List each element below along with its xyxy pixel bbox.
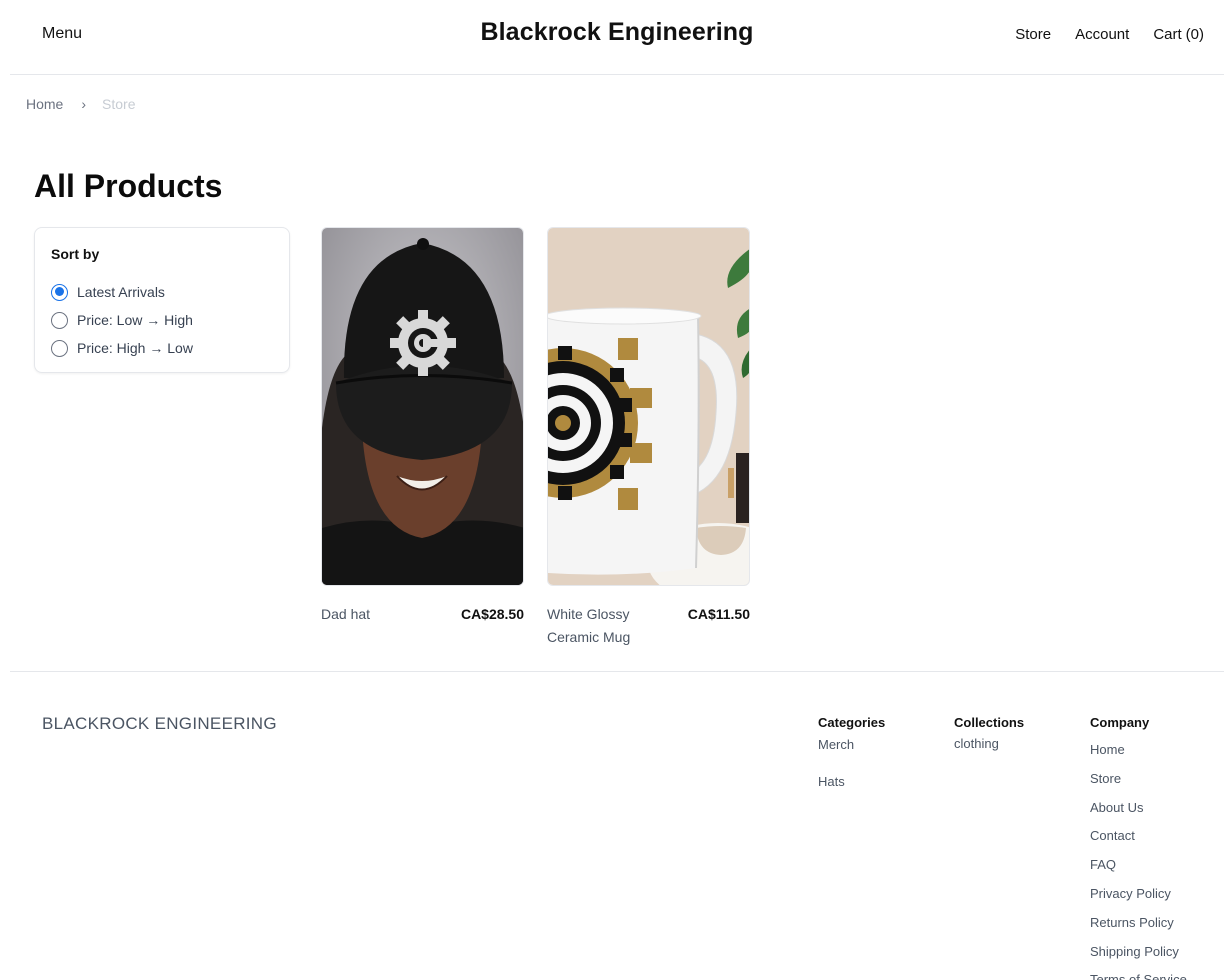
sort-option-label: Price: High → Low xyxy=(77,340,193,356)
top-nav: Store Account Cart (0) xyxy=(1015,26,1204,43)
footer-link-merch[interactable]: Merch xyxy=(818,736,885,753)
product-info: White Glossy Ceramic Mug CA$11.50 xyxy=(547,603,750,649)
product-name[interactable]: White Glossy Ceramic Mug xyxy=(547,603,657,649)
footer-link-shipping[interactable]: Shipping Policy xyxy=(1090,938,1187,967)
sort-title: Sort by xyxy=(51,246,100,262)
chevron-right-icon: › xyxy=(81,96,87,112)
product-price: CA$28.50 xyxy=(460,606,524,622)
sort-option-label: Price: Low → High xyxy=(77,312,193,328)
footer-link-clothing[interactable]: clothing xyxy=(954,736,1024,751)
nav-store-link[interactable]: Store xyxy=(1015,26,1051,43)
sort-option-latest[interactable]: Latest Arrivals xyxy=(51,278,273,306)
breadcrumb-current: Store xyxy=(102,96,136,112)
footer-link-faq[interactable]: FAQ xyxy=(1090,851,1187,880)
footer-link-store[interactable]: Store xyxy=(1090,765,1187,794)
footer-link-hats[interactable]: Hats xyxy=(818,773,885,790)
product-card[interactable]: Dad hat CA$28.50 xyxy=(321,227,524,626)
cart-count: (0) xyxy=(1185,26,1204,43)
sort-panel: Sort by Latest Arrivals Price: Low → Hig… xyxy=(34,227,290,373)
product-name[interactable]: Dad hat xyxy=(321,603,370,626)
footer-collections: Collections clothing xyxy=(954,715,1024,751)
radio-latest[interactable] xyxy=(51,283,68,301)
footer-link-home[interactable]: Home xyxy=(1090,736,1187,765)
footer-categories: Categories Merch Hats xyxy=(818,715,885,810)
radio-price-desc[interactable] xyxy=(51,339,68,357)
product-card[interactable]: White Glossy Ceramic Mug CA$11.50 xyxy=(547,227,750,649)
site-header: Menu Blackrock Engineering Store Account… xyxy=(10,0,1224,75)
footer-heading: Company xyxy=(1090,715,1150,730)
nav-account-link[interactable]: Account xyxy=(1075,26,1129,43)
site-footer: BLACKROCK ENGINEERING Categories Merch H… xyxy=(10,671,1224,980)
sort-option-price-desc[interactable]: Price: High → Low xyxy=(51,334,273,362)
footer-link-privacy[interactable]: Privacy Policy xyxy=(1090,880,1187,909)
footer-heading: Categories xyxy=(818,715,886,730)
product-price: CA$11.50 xyxy=(687,606,750,622)
footer-link-returns[interactable]: Returns Policy xyxy=(1090,909,1187,938)
footer-brand[interactable]: BLACKROCK ENGINEERING xyxy=(42,714,277,734)
sort-option-price-asc[interactable]: Price: Low → High xyxy=(51,306,273,334)
breadcrumb: Home › Store xyxy=(26,96,136,112)
sort-option-label: Latest Arrivals xyxy=(77,284,165,300)
footer-link-terms[interactable]: Terms of Service xyxy=(1090,966,1187,980)
product-image-mug[interactable] xyxy=(547,227,750,586)
footer-link-contact[interactable]: Contact xyxy=(1090,822,1187,851)
page-title: All Products xyxy=(34,168,223,204)
footer-heading: Collections xyxy=(954,715,1025,730)
product-info: Dad hat CA$28.50 xyxy=(321,603,524,626)
footer-company: Company Home Store About Us Contact FAQ … xyxy=(1090,715,1187,980)
breadcrumb-home-link[interactable]: Home xyxy=(26,96,63,112)
cart-label: Cart xyxy=(1153,26,1182,43)
nav-cart-link[interactable]: Cart (0) xyxy=(1153,26,1204,43)
footer-link-about[interactable]: About Us xyxy=(1090,794,1187,823)
radio-price-asc[interactable] xyxy=(51,311,68,329)
product-image-dad-hat[interactable] xyxy=(321,227,524,586)
